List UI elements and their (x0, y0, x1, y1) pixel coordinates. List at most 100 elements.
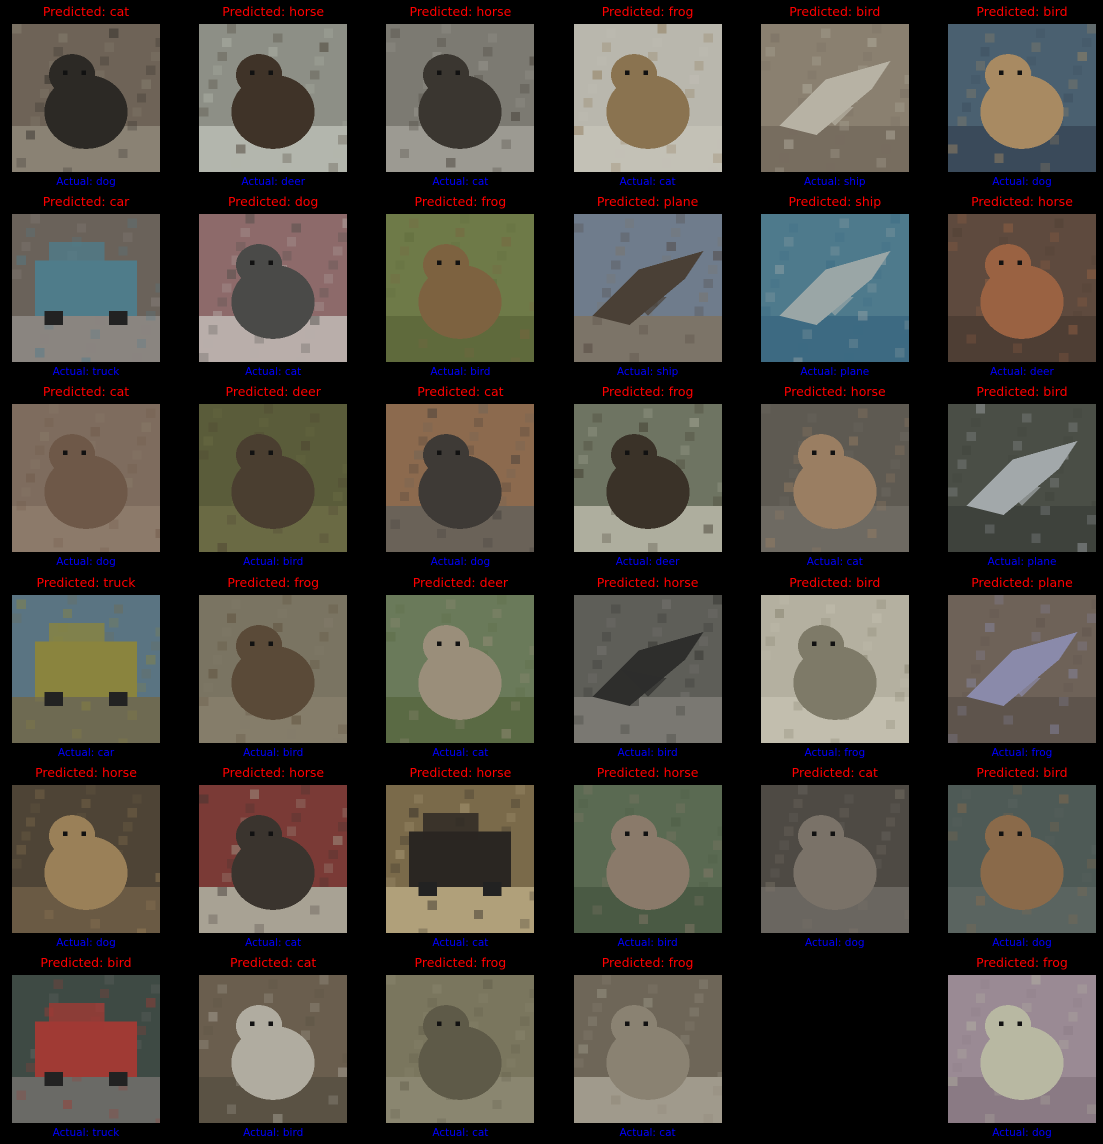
sample-image (573, 594, 722, 743)
predicted-label: Predicted: bird (976, 384, 1068, 400)
sample-image (760, 594, 909, 743)
actual-label: Actual: truck (52, 1127, 120, 1139)
sample-image (386, 214, 535, 363)
actual-label: Actual: ship (804, 176, 866, 188)
predicted-label: Predicted: horse (596, 764, 699, 780)
actual-label: Actual: cat (432, 176, 489, 188)
misclassified-samples-grid: { "colors": { "background": "#000000", "… (0, 0, 1103, 1144)
predicted-label: Predicted: frog (414, 955, 507, 970)
actual-label: Actual: bird (430, 366, 491, 379)
sample-image (948, 784, 1096, 933)
actual-label: Actual: cat (245, 936, 302, 949)
predicted-label: Predicted: ship (788, 194, 882, 210)
sample-image (199, 784, 348, 933)
sample-image (12, 214, 160, 363)
actual-label: Actual: dog (805, 936, 865, 949)
sample-image (12, 404, 160, 553)
sample-image (573, 404, 722, 553)
actual-label: Actual: cat (432, 936, 489, 949)
sample-image (386, 784, 535, 933)
sample-image (760, 24, 909, 172)
sample-image (573, 784, 722, 933)
predicted-label: Predicted: car (42, 194, 130, 210)
actual-label: Actual: frog (991, 746, 1053, 759)
actual-label: Actual: ship (616, 366, 679, 379)
predicted-label: Predicted: horse (971, 194, 1073, 210)
sample-image (12, 975, 160, 1123)
actual-label: Actual: dog (56, 556, 116, 569)
sample-image (199, 975, 348, 1123)
actual-label: Actual: cat (432, 746, 489, 759)
actual-label: Actual: plane (987, 556, 1057, 569)
predicted-label: Predicted: cat (42, 4, 130, 19)
predicted-label: Predicted: bird (789, 4, 881, 19)
predicted-label: Predicted: bird (976, 764, 1068, 780)
sample-image (948, 24, 1096, 172)
sample-image (948, 594, 1096, 743)
actual-label: Actual: dog (992, 936, 1052, 949)
predicted-label: Predicted: cat (791, 764, 878, 780)
sample-image (12, 594, 160, 743)
predicted-label: Predicted: horse (409, 4, 512, 19)
sample-image (199, 24, 348, 172)
sample-image (386, 24, 535, 172)
actual-label: Actual: bird (617, 746, 678, 759)
sample-image (573, 214, 722, 363)
actual-label: Actual: deer (990, 366, 1054, 379)
actual-label: Actual: bird (617, 936, 678, 949)
predicted-label: Predicted: dog (227, 194, 319, 210)
predicted-label: Predicted: frog (976, 955, 1068, 970)
actual-label: Actual: dog (56, 176, 116, 188)
predicted-label: Predicted: frog (601, 384, 694, 400)
actual-label: Actual: cat (806, 556, 863, 569)
sample-image (199, 594, 348, 743)
actual-label: Actual: dog (430, 556, 491, 569)
predicted-label: Predicted: frog (227, 574, 320, 590)
predicted-label: Predicted: horse (222, 764, 325, 780)
actual-label: Actual: dog (992, 176, 1052, 188)
sample-image (386, 594, 535, 743)
sample-image (948, 214, 1096, 363)
sample-image (948, 404, 1096, 553)
predicted-label: Predicted: cat (417, 384, 504, 400)
actual-label: Actual: deer (241, 176, 306, 188)
sample-image (573, 975, 722, 1123)
sample-image (760, 214, 909, 363)
predicted-label: Predicted: horse (596, 574, 699, 590)
actual-label: Actual: truck (52, 366, 120, 379)
predicted-label: Predicted: truck (36, 574, 136, 590)
sample-image (948, 975, 1096, 1123)
actual-label: Actual: bird (243, 556, 304, 569)
predicted-label: Predicted: deer (412, 574, 509, 590)
actual-label: Actual: bird (243, 746, 304, 759)
sample-image (12, 24, 160, 172)
predicted-label: Predicted: cat (230, 955, 317, 970)
predicted-label: Predicted: plane (971, 574, 1073, 590)
actual-label: Actual: cat (245, 366, 302, 379)
predicted-label: Predicted: horse (222, 4, 325, 19)
actual-label: Actual: cat (619, 1127, 676, 1139)
predicted-label: Predicted: bird (40, 955, 132, 970)
actual-label: Actual: dog (992, 1127, 1052, 1139)
predicted-label: Predicted: bird (789, 574, 881, 590)
predicted-label: Predicted: frog (601, 955, 694, 970)
sample-image (12, 784, 160, 933)
predicted-label: Predicted: frog (601, 4, 694, 19)
sample-image (573, 24, 722, 172)
predicted-label: Predicted: cat (42, 384, 130, 400)
predicted-label: Predicted: frog (414, 194, 507, 210)
predicted-label: Predicted: bird (976, 4, 1068, 19)
sample-image (199, 404, 348, 553)
predicted-label: Predicted: deer (225, 384, 321, 400)
actual-label: Actual: plane (800, 366, 870, 379)
actual-label: Actual: deer (615, 556, 680, 569)
actual-label: Actual: cat (432, 1127, 489, 1139)
sample-image (386, 404, 535, 553)
actual-label: Actual: bird (243, 1127, 304, 1139)
actual-label: Actual: cat (619, 176, 676, 188)
sample-image (760, 784, 909, 933)
predicted-label: Predicted: plane (596, 194, 699, 210)
sample-image (199, 214, 348, 363)
sample-image (386, 975, 535, 1123)
predicted-label: Predicted: horse (409, 764, 512, 780)
